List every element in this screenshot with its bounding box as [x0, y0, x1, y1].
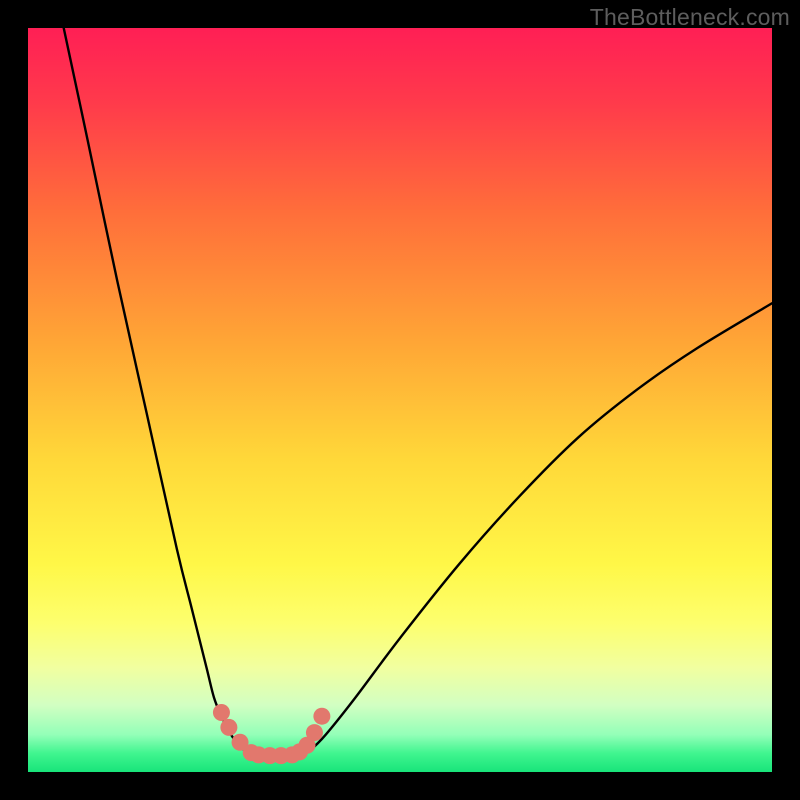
- highlight-dot: [306, 724, 323, 741]
- watermark-text: TheBottleneck.com: [590, 4, 790, 31]
- highlight-dot: [220, 719, 237, 736]
- plot-area: [28, 28, 772, 772]
- highlight-dot: [213, 704, 230, 721]
- chart-frame: TheBottleneck.com: [0, 0, 800, 800]
- chart-svg: [28, 28, 772, 772]
- gradient-background: [28, 28, 772, 772]
- highlight-dot: [313, 708, 330, 725]
